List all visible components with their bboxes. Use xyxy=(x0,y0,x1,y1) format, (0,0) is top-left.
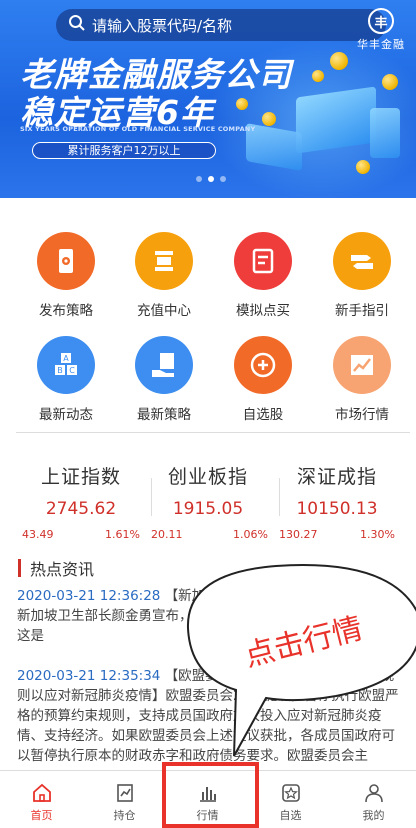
index-shenzhen[interactable]: 深证成指 10150.13 xyxy=(268,462,406,519)
feature-latest-news[interactable]: ABC 最新动态 xyxy=(16,336,116,423)
banner-coin-art xyxy=(262,112,276,126)
index-value: 1915.05 xyxy=(172,499,244,519)
document-icon xyxy=(234,232,292,290)
feature-label: 市场行情 xyxy=(335,407,389,423)
signpost-icon xyxy=(333,232,391,290)
search-icon xyxy=(68,14,86,36)
index-percent: 1.30% xyxy=(360,528,395,541)
feature-label: 发布策略 xyxy=(39,303,93,319)
index-change: 130.27 xyxy=(279,528,318,541)
carousel-dot[interactable] xyxy=(220,176,226,182)
index-chinext[interactable]: 创业板指 1915.05 xyxy=(139,462,277,519)
brand-logo: 丰 华丰金融 xyxy=(352,8,410,52)
tap-market-callout: 点击行情 xyxy=(176,558,416,758)
stock-search-bar[interactable]: 请输入股票代码/名称 xyxy=(56,9,386,41)
feature-label: 充值中心 xyxy=(137,303,191,319)
user-icon xyxy=(332,782,415,804)
feature-simulated-buy[interactable]: 模拟点买 xyxy=(213,232,313,319)
tab-me[interactable]: 我的 xyxy=(332,771,415,828)
tab-portfolio[interactable]: 持仓 xyxy=(83,771,166,828)
svg-text:C: C xyxy=(69,366,75,375)
banner-tagline: 累计服务客户12万以上 xyxy=(32,142,216,159)
index-percent: 1.61% xyxy=(105,528,140,541)
promo-banner[interactable]: 请输入股票代码/名称 丰 华丰金融 老牌金融服务公司 稳定运营6年 SIX YE… xyxy=(0,0,416,198)
card-stack-icon xyxy=(135,232,193,290)
tab-label: 持仓 xyxy=(113,809,136,822)
tab-label: 我的 xyxy=(362,809,385,822)
index-shanghai[interactable]: 上证指数 2745.62 xyxy=(12,462,150,519)
index-percent: 1.06% xyxy=(233,528,268,541)
banner-coin-art xyxy=(356,160,370,174)
feature-latest-strategy[interactable]: 最新策略 xyxy=(114,336,214,423)
feature-recharge-center[interactable]: 充值中心 xyxy=(114,232,214,319)
banner-coin-art xyxy=(330,52,348,70)
feature-label: 新手指引 xyxy=(335,303,389,319)
banner-coin-art xyxy=(382,74,398,90)
index-name: 上证指数 xyxy=(40,466,121,488)
feature-watchlist[interactable]: 自选股 xyxy=(213,336,313,423)
brand-logo-mark: 丰 xyxy=(368,8,394,34)
news-section-header: 热点资讯 xyxy=(18,556,94,580)
svg-text:B: B xyxy=(57,366,63,375)
index-name: 创业板指 xyxy=(167,466,248,488)
news-section-title: 热点资讯 xyxy=(30,560,95,579)
tab-favorites[interactable]: 自选 xyxy=(249,771,332,828)
feature-publish-strategy[interactable]: 发布策略 xyxy=(16,232,116,319)
feature-label: 最新动态 xyxy=(39,407,93,423)
search-placeholder: 请输入股票代码/名称 xyxy=(92,16,233,35)
index-change: 43.49 xyxy=(22,528,54,541)
hand-document-icon xyxy=(135,336,193,394)
banner-coin-art xyxy=(312,70,324,82)
banner-phone-art xyxy=(370,108,400,158)
feature-label: 自选股 xyxy=(242,407,284,423)
index-value: 10150.13 xyxy=(296,499,378,519)
svg-text:A: A xyxy=(63,354,69,363)
tab-label: 自选 xyxy=(279,809,302,822)
abc-blocks-icon: ABC xyxy=(37,336,95,394)
index-change: 20.11 xyxy=(151,528,183,541)
feature-market-quotes[interactable]: 市场行情 xyxy=(312,336,412,423)
plus-circle-icon xyxy=(234,336,292,394)
star-box-icon xyxy=(249,782,332,804)
index-value: 2745.62 xyxy=(45,499,117,519)
portfolio-icon xyxy=(83,782,166,804)
carousel-dots[interactable] xyxy=(196,176,226,182)
tab-label: 首页 xyxy=(30,809,53,822)
feature-beginner-guide[interactable]: 新手指引 xyxy=(312,232,412,319)
index-name: 深证成指 xyxy=(296,466,377,488)
news-date: 2020-03-21 12:35:34 xyxy=(17,668,161,684)
phone-gear-icon xyxy=(37,232,95,290)
banner-subtitle-en: SIX YEARS OPERATION OF OLD FINANCIAL SER… xyxy=(20,125,256,133)
brand-name: 华丰金融 xyxy=(357,38,405,51)
home-icon xyxy=(0,782,83,804)
feature-label: 模拟点买 xyxy=(236,303,290,319)
tab-home[interactable]: 首页 xyxy=(0,771,83,828)
section-accent-bar xyxy=(18,559,21,577)
app-screen: { "banner": { "search_placeholder": "请输入… xyxy=(0,0,416,828)
news-date: 2020-03-21 12:36:28 xyxy=(17,588,161,604)
carousel-dot[interactable] xyxy=(196,176,202,182)
trend-chart-icon xyxy=(333,336,391,394)
carousel-dot-active[interactable] xyxy=(208,176,214,182)
market-tab-highlight-box xyxy=(162,762,259,828)
feature-label: 最新策略 xyxy=(137,407,191,423)
banner-monitor-art xyxy=(296,86,376,154)
section-divider xyxy=(16,432,410,433)
banner-coin-art xyxy=(236,98,248,110)
